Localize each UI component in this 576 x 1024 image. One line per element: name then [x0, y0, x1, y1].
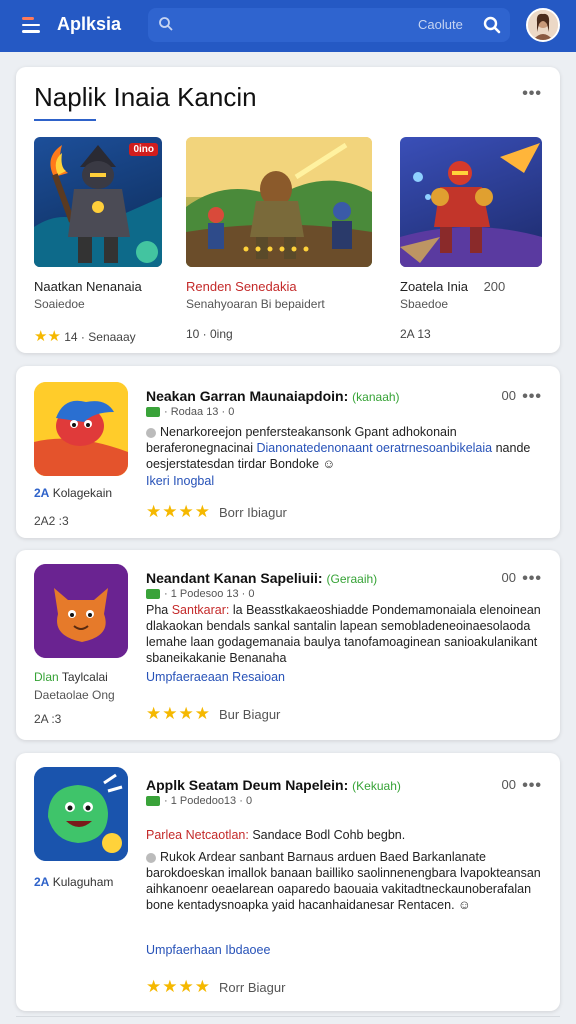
app-link[interactable]: Umpfaeraeaan Resaioan: [146, 670, 285, 684]
app-icon: [34, 767, 128, 861]
game-subtitle: Senahyoaran Bi bepaidert: [186, 297, 325, 311]
game-meta: 10 · 0ing: [186, 327, 233, 341]
game-meta: ★★ 14 · Senaaay: [34, 328, 136, 345]
star-rating: ★★★★: [146, 977, 211, 996]
top-app-bar: Aplksia Caolute: [0, 0, 576, 52]
search-bar[interactable]: Caolute: [148, 8, 510, 42]
featured-game-card[interactable]: 0ino Naatkan Nenanaia Soaiedoe ★★ 14 · S…: [34, 137, 162, 345]
game-subtitle: Soaiedoe: [34, 297, 85, 311]
star-rating: ★★★★: [146, 704, 211, 723]
app-link[interactable]: Umpfaerhaan Ibdaoee: [146, 943, 270, 957]
app-description: Nenarkoreejon penfersteakansonk Gpant ad…: [146, 425, 531, 471]
app-date: 2A :3: [34, 712, 62, 726]
user-avatar[interactable]: [526, 8, 560, 42]
app-list-card[interactable]: 2A Kulaguham Applk Seatam Deum Napelein:…: [16, 753, 560, 1011]
app-count: 00: [501, 570, 516, 585]
app-description: Rukok Ardear sanbant Barnaus arduen Baed…: [146, 850, 541, 912]
star-rating: ★★: [34, 328, 61, 345]
search-input[interactable]: [182, 14, 402, 36]
app-rating: ★★★★ Bur Biagur: [146, 704, 281, 723]
app-icon: [34, 382, 128, 476]
app-list-card[interactable]: Dlan Taylcalai Daetaolae Ong 2A :3 Neand…: [16, 550, 560, 740]
game-thumbnail: 0ino: [34, 137, 162, 267]
app-title: Applk Seatam Deum Napelein: (Kekuah): [146, 777, 401, 793]
featured-game-card[interactable]: Zoatela Inia 200 Sbaedoe 2A 13: [400, 137, 542, 341]
more-options-icon[interactable]: •••: [522, 777, 542, 795]
app-note: Parlea Netcaotlan: Sandace Bodl Cohb beg…: [146, 828, 406, 842]
app-title: Neakan Garran Maunaiapdoin: (kanaah): [146, 388, 400, 404]
app-count: 00: [501, 777, 516, 792]
app-badge: · 1 Podedoo13 · 0: [146, 795, 252, 807]
game-badge: 0ino: [129, 143, 158, 156]
featured-game-card[interactable]: Renden Senedakia Senahyoaran Bi bepaider…: [186, 137, 372, 341]
search-submit-icon[interactable]: [482, 15, 502, 35]
hamburger-menu-icon[interactable]: [22, 17, 40, 33]
app-category: Dlan Taylcalai: [34, 670, 108, 684]
search-icon: [159, 17, 173, 31]
more-options-icon[interactable]: •••: [522, 85, 542, 103]
app-rating: ★★★★ Rorr Biagur: [146, 977, 286, 996]
app-title: Neandant Kanan Sapeliuii: (Geraaih): [146, 570, 378, 586]
app-description: Pha Santkarar: la Beasstkakaeoshiadde Po…: [146, 603, 541, 665]
game-thumbnail: [400, 137, 542, 267]
app-count: 00: [501, 388, 516, 403]
more-options-icon[interactable]: •••: [522, 388, 542, 406]
app-icon: [34, 564, 128, 658]
game-thumbnail: [186, 137, 372, 267]
app-category: 2A Kolagekain: [34, 486, 113, 500]
title-underline: [34, 119, 96, 121]
app-rating: ★★★★ Borr Ibiagur: [146, 502, 287, 521]
app-list-card[interactable]: 2A Kolagekain 2A2 :3 Neakan Garran Mauna…: [16, 366, 560, 538]
app-category: 2A Kulaguham: [34, 875, 114, 889]
app-badge: · Rodaa 13 · 0: [146, 406, 234, 418]
section-title: Naplik Inaia Kancin: [34, 82, 257, 112]
game-name: Renden Senedakia: [186, 279, 297, 294]
app-developer: Daetaolae Ong: [34, 688, 115, 702]
app-title: Aplksia: [57, 14, 122, 34]
app-badge: · 1 Podesoo 13 · 0: [146, 588, 255, 600]
game-name: Zoatela Inia 200: [400, 279, 506, 294]
featured-section: Naplik Inaia Kancin ••• 0ino Naatkan Nen…: [16, 67, 560, 353]
game-subtitle: Sbaedoe: [400, 297, 449, 311]
app-link[interactable]: Ikeri Inogbal: [146, 474, 214, 488]
more-options-icon[interactable]: •••: [522, 570, 542, 588]
game-name: Naatkan Nenanaia: [34, 279, 142, 294]
divider: [16, 1016, 560, 1017]
game-play-icon: [136, 241, 158, 263]
search-hint: Caolute: [418, 17, 463, 32]
app-date: 2A2 :3: [34, 514, 69, 528]
star-rating: ★★★★: [146, 502, 211, 521]
game-meta: 2A 13: [400, 327, 431, 341]
